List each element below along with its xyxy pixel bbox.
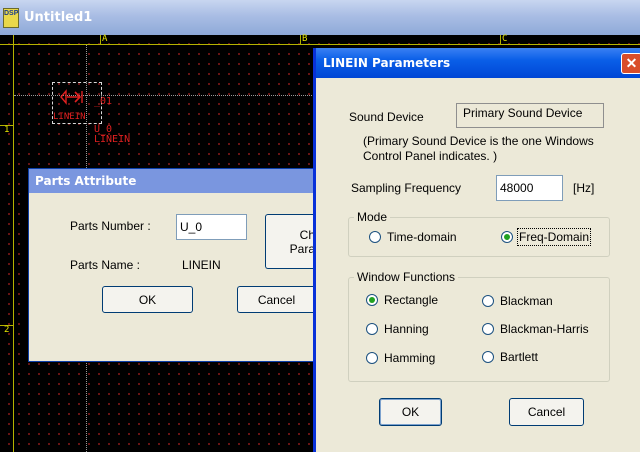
sound-device-note-1: (Primary Sound Device is the one Windows	[363, 134, 594, 148]
column-tick	[100, 35, 101, 45]
parts-attribute-title: Parts Attribute	[35, 174, 137, 188]
column-label-c: C	[502, 34, 508, 44]
window-bartlett-label: Bartlett	[500, 350, 539, 364]
linein-titlebar[interactable]: LINEIN Parameters ✕	[316, 48, 640, 78]
window-blackman-harris-radio[interactable]: Blackman-Harris	[482, 322, 589, 336]
row-label-1: 1	[4, 125, 10, 135]
row-label-2: 2	[4, 325, 10, 335]
linein-ok-button[interactable]: OK	[379, 398, 442, 426]
parts-cancel-button[interactable]: Cancel	[237, 286, 315, 313]
radio-indicator	[366, 323, 378, 335]
column-tick	[300, 35, 301, 45]
window-rectangle-label: Rectangle	[384, 293, 439, 307]
linein-parameters-dialog: LINEIN Parameters ✕ Sound Device Primary…	[313, 48, 640, 452]
part-instance-type: LINEIN	[94, 134, 131, 145]
column-label-a: A	[102, 34, 108, 44]
radio-indicator-selected	[501, 231, 513, 243]
part-pin-label: _01	[94, 96, 113, 107]
parts-attribute-titlebar[interactable]: Parts Attribute	[29, 169, 317, 193]
mode-freq-domain-label: Freq-Domain	[516, 228, 592, 246]
parts-number-label: Parts Number :	[70, 219, 151, 233]
parts-attribute-dialog: Parts Attribute Parts Number : Parts Nam…	[28, 168, 325, 362]
column-tick	[500, 35, 501, 45]
column-ruler: A B C	[0, 34, 640, 45]
sampling-frequency-input[interactable]	[496, 175, 563, 201]
radio-indicator	[482, 351, 494, 363]
window-functions-legend: Window Functions	[354, 270, 459, 284]
window-hamming-radio[interactable]: Hamming	[366, 351, 435, 365]
radio-indicator	[369, 231, 381, 243]
close-icon[interactable]: ✕	[621, 53, 640, 74]
sampling-unit-label: [Hz]	[573, 181, 595, 195]
sound-device-note-2: Control Panel indicates. )	[363, 149, 498, 163]
window-blackman-label: Blackman	[500, 294, 553, 308]
mode-freq-domain-radio[interactable]: Freq-Domain	[501, 228, 592, 246]
linein-cancel-button[interactable]: Cancel	[509, 398, 584, 426]
dsp-app-icon: DSP	[3, 8, 19, 28]
parts-name-value: LINEIN	[182, 258, 221, 272]
window-hanning-label: Hanning	[384, 322, 429, 336]
window-hamming-label: Hamming	[384, 351, 436, 365]
sampling-frequency-label: Sampling Frequency	[351, 181, 462, 195]
window-rectangle-radio[interactable]: Rectangle	[366, 293, 438, 307]
column-label-b: B	[302, 34, 308, 44]
speaker-arrow-icon	[60, 89, 83, 105]
parts-name-label: Parts Name :	[70, 258, 141, 272]
mode-time-domain-label: Time-domain	[387, 230, 457, 244]
window-blackman-radio[interactable]: Blackman	[482, 294, 553, 308]
window-hanning-radio[interactable]: Hanning	[366, 322, 429, 336]
sound-device-field[interactable]: Primary Sound Device	[456, 103, 604, 128]
sound-device-label: Sound Device	[349, 110, 424, 124]
window-title: Untitled1	[24, 10, 93, 25]
row-ruler: 1 2	[0, 35, 14, 452]
parts-ok-button[interactable]: OK	[102, 286, 193, 313]
window-bartlett-radio[interactable]: Bartlett	[482, 350, 538, 364]
mode-legend: Mode	[354, 210, 391, 224]
change-parameters-label-2: Para	[289, 241, 315, 256]
main-titlebar[interactable]: DSP Untitled1	[0, 0, 640, 35]
part-type-label: LINEIN	[53, 112, 86, 122]
mode-time-domain-radio[interactable]: Time-domain	[369, 230, 457, 244]
radio-indicator-selected	[366, 294, 378, 306]
linein-title: LINEIN Parameters	[323, 56, 451, 70]
radio-indicator	[366, 352, 378, 364]
radio-indicator	[482, 323, 494, 335]
window-blackman-harris-label: Blackman-Harris	[500, 322, 589, 336]
radio-indicator	[482, 295, 494, 307]
parts-number-input[interactable]	[176, 214, 247, 240]
